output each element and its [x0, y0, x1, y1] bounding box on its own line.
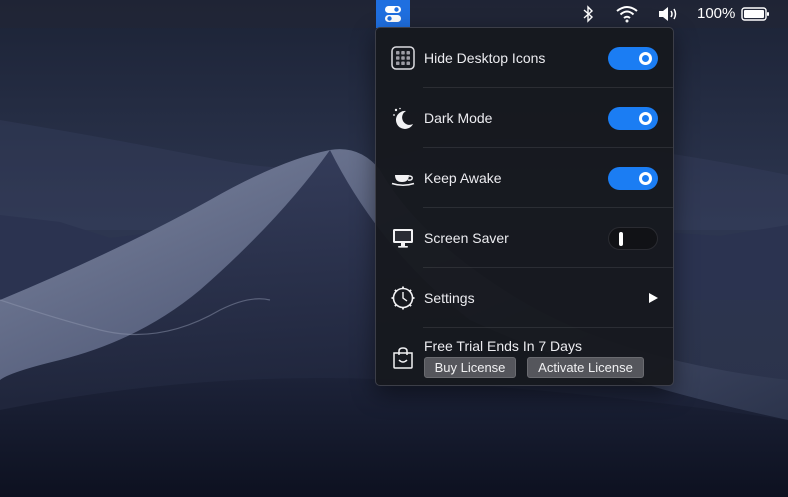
monitor-icon: [391, 226, 415, 250]
menu-item-label: Hide Desktop Icons: [424, 50, 546, 66]
utility-dropdown-menu: Hide Desktop Icons Dark Mode Keep Awake: [375, 27, 674, 386]
activate-license-button[interactable]: Activate License: [527, 357, 644, 378]
dark-mode-toggle[interactable]: [608, 106, 658, 130]
grid-icon: [391, 46, 415, 70]
menu-item-label: Settings: [424, 290, 475, 306]
volume-icon: [659, 7, 677, 21]
battery-icon: [741, 7, 769, 21]
gear-icon: [391, 286, 415, 310]
coffee-cup-icon: [391, 166, 415, 190]
bluetooth-button[interactable]: [580, 4, 596, 24]
bluetooth-icon: [583, 5, 594, 23]
toggle-knob: [639, 171, 652, 185]
menu-item-label: Screen Saver: [424, 230, 509, 246]
app-toggle-icon: [385, 6, 401, 22]
menu-item-label: Keep Awake: [424, 170, 502, 186]
menu-bar: 100%: [0, 0, 788, 28]
buy-license-button[interactable]: Buy License: [424, 357, 516, 378]
shopping-bag-icon: [391, 346, 415, 370]
submenu-arrow-icon: [649, 293, 658, 303]
divider: [423, 327, 673, 328]
app-menu-button[interactable]: [376, 0, 410, 28]
screen-saver-toggle[interactable]: [608, 226, 658, 250]
volume-button[interactable]: [657, 4, 681, 24]
menu-item-screen-saver[interactable]: Screen Saver: [376, 208, 673, 268]
toggle-knob: [619, 231, 623, 246]
menu-item-label: Dark Mode: [424, 110, 493, 126]
keep-awake-toggle[interactable]: [608, 166, 658, 190]
menu-item-hide-desktop-icons[interactable]: Hide Desktop Icons: [376, 28, 673, 88]
toggle-knob: [639, 111, 652, 125]
menu-item-dark-mode[interactable]: Dark Mode: [376, 88, 673, 148]
wifi-icon: [616, 6, 638, 23]
trial-status-text: Free Trial Ends In 7 Days: [424, 338, 582, 354]
battery-percentage: 100%: [697, 5, 736, 22]
wifi-button[interactable]: [614, 4, 640, 24]
toggle-knob: [639, 51, 652, 65]
battery-button[interactable]: [741, 4, 771, 24]
menu-item-settings[interactable]: Settings: [376, 268, 673, 328]
menu-item-keep-awake[interactable]: Keep Awake: [376, 148, 673, 208]
moon-icon: [391, 106, 415, 130]
hide-desktop-icons-toggle[interactable]: [608, 46, 658, 70]
